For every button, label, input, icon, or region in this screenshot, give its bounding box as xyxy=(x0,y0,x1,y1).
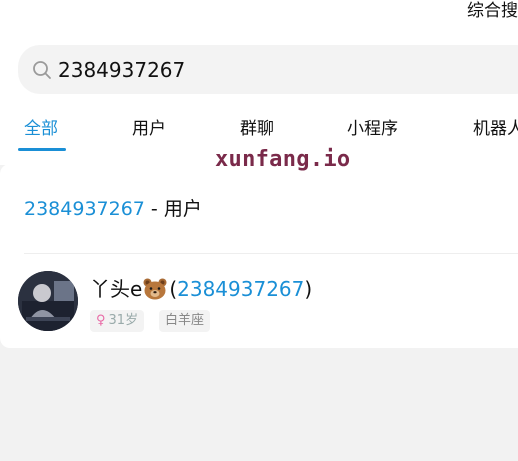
search-header: 综合搜 全部 用户 群聊 小程序 机器人 xyxy=(0,0,518,165)
tab-users[interactable]: 用户 xyxy=(132,118,166,140)
zodiac-badge: 白羊座 xyxy=(159,310,211,332)
tab-mini-programs[interactable]: 小程序 xyxy=(347,118,398,140)
user-id: 2384937267 xyxy=(177,277,305,301)
section-title: 2384937267 - 用户 xyxy=(24,197,202,221)
results-card: 2384937267 - 用户 丫头e (2384937267) ♀ 31岁 白… xyxy=(0,164,518,348)
search-icon xyxy=(33,61,51,79)
female-icon: ♀ xyxy=(96,313,106,328)
section-title-number: 2384937267 xyxy=(24,198,145,220)
search-bar[interactable] xyxy=(18,45,518,94)
uid-close-paren: ) xyxy=(304,277,313,301)
bear-face-icon xyxy=(143,278,167,300)
tab-robots[interactable]: 机器人 xyxy=(473,118,518,140)
comprehensive-search-label[interactable]: 综合搜 xyxy=(467,0,518,22)
avatar[interactable] xyxy=(18,271,78,331)
age-label: 31岁 xyxy=(108,313,139,328)
tab-groups[interactable]: 群聊 xyxy=(240,118,274,140)
avatar-image xyxy=(18,271,78,331)
section-title-suffix: - 用户 xyxy=(144,198,202,220)
watermark: xunfang.io xyxy=(215,147,351,172)
tab-all[interactable]: 全部 xyxy=(24,118,58,140)
user-name-line[interactable]: 丫头e (2384937267) xyxy=(90,276,312,302)
user-name: 丫头e xyxy=(90,277,143,301)
active-tab-indicator xyxy=(18,148,66,151)
search-input[interactable] xyxy=(58,55,498,85)
divider xyxy=(24,253,518,254)
gender-age-badge: ♀ 31岁 xyxy=(90,310,145,332)
uid-open-paren: ( xyxy=(169,277,178,301)
